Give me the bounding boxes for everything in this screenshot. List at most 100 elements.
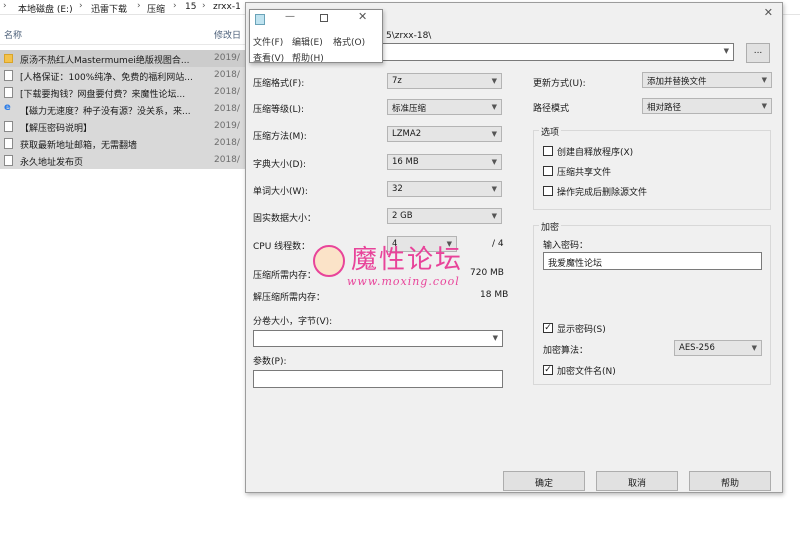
- method-value: LZMA2: [392, 129, 422, 139]
- watermark: 魔性论坛 www.moxing.cool: [313, 239, 508, 299]
- enc-method-select[interactable]: AES-256 ▼: [674, 340, 762, 356]
- dict-select[interactable]: 16 MB ▼: [387, 154, 502, 170]
- folder-icon: [4, 54, 13, 63]
- pathmode-select[interactable]: 相对路径 ▼: [642, 98, 772, 114]
- file-row[interactable]: [下载要掏钱？网盘要付费？来魔性论坛... 2018/: [0, 84, 245, 101]
- update-select[interactable]: 添加并替换文件 ▼: [642, 72, 772, 88]
- password-input[interactable]: 我爱魔性论坛: [543, 252, 762, 270]
- file-name: 原汤不热红人Mastermumei绝版视图合...: [20, 56, 190, 66]
- breadcrumb-item-folder[interactable]: zrxx-1: [213, 2, 241, 12]
- maximize-icon[interactable]: [320, 14, 328, 22]
- file-date: 2018/: [214, 155, 240, 165]
- encryption-title: 加密: [539, 220, 562, 233]
- file-name: 【磁力无速度？种子没有源？没关系，来...: [20, 107, 191, 117]
- chevron-down-icon: ▼: [761, 76, 767, 84]
- file-date: 2019/: [214, 53, 240, 63]
- format-value: 7z: [392, 76, 402, 86]
- sfx-checkbox[interactable]: [543, 146, 553, 156]
- sfx-label: 创建自释放程序(X): [557, 148, 634, 158]
- params-label: 参数(P):: [253, 357, 287, 367]
- chevron-down-icon: ▼: [751, 344, 757, 352]
- close-icon[interactable]: ✕: [764, 6, 773, 19]
- chevron-right-icon: ›: [3, 1, 7, 11]
- level-select[interactable]: 标准压缩 ▼: [387, 99, 502, 115]
- file-name: 永久地址发布页: [20, 158, 84, 168]
- watermark-text: 魔性论坛: [351, 245, 464, 275]
- breadcrumb-item-15[interactable]: 15: [185, 2, 196, 12]
- enc-method-label: 加密算法：: [543, 346, 589, 356]
- show-password-label: 显示密码(S): [557, 325, 606, 335]
- solid-select[interactable]: 2 GB ▼: [387, 208, 502, 224]
- chevron-right-icon: ›: [202, 1, 206, 11]
- format-select[interactable]: 7z ▼: [387, 73, 502, 89]
- encrypt-names-checkbox[interactable]: ✓: [543, 365, 553, 375]
- mem-comp-label: 压缩所需内存：: [253, 271, 317, 281]
- menu-format[interactable]: 格式(O): [333, 35, 365, 48]
- params-input[interactable]: [253, 370, 503, 388]
- dict-value: 16 MB: [392, 157, 419, 167]
- file-icon: [4, 121, 13, 132]
- chevron-right-icon: ›: [79, 1, 83, 11]
- file-name: 【解压密码说明】: [20, 124, 93, 134]
- watermark-url: www.moxing.cool: [347, 275, 460, 288]
- file-icon: [4, 155, 13, 166]
- menu-help[interactable]: 帮助(H): [292, 51, 324, 64]
- mascot-icon: [313, 245, 345, 277]
- app-icon: [255, 14, 265, 25]
- file-row[interactable]: 原汤不热红人Mastermumei绝版视图合... 2019/: [0, 50, 245, 67]
- breadcrumb-item-drive[interactable]: 本地磁盘 (E:): [18, 2, 73, 15]
- chevron-right-icon: ›: [137, 1, 141, 11]
- file-name: [下载要掏钱？网盘要付费？来魔性论坛...: [20, 90, 186, 100]
- file-row[interactable]: [人格保证：100%纯净、免费的福利网站... 2018/: [0, 67, 245, 84]
- dict-label: 字典大小(D):: [253, 160, 306, 170]
- chevron-down-icon: ▼: [491, 158, 497, 166]
- options-title: 选项: [539, 125, 562, 138]
- archive-path-combo[interactable]: ▼: [382, 43, 734, 61]
- split-select[interactable]: ▼: [253, 330, 503, 347]
- chevron-down-icon: ▼: [491, 103, 497, 111]
- column-name-header[interactable]: 名称: [4, 28, 22, 41]
- chevron-down-icon: ▼: [491, 77, 497, 85]
- chevron-down-icon: ▼: [491, 130, 497, 138]
- close-icon[interactable]: ✕: [358, 10, 367, 23]
- notepad-window: — ✕ 文件(F) 编辑(E) 格式(O) 查看(V) 帮助(H): [249, 9, 383, 64]
- shared-label: 压缩共享文件: [557, 168, 612, 178]
- delete-after-label: 操作完成后删除源文件: [557, 188, 648, 198]
- chevron-down-icon: ▼: [491, 185, 497, 193]
- menu-view[interactable]: 查看(V): [253, 51, 284, 64]
- chevron-down-icon: ▼: [723, 47, 729, 55]
- chevron-right-icon: ›: [173, 1, 177, 11]
- breadcrumb-item-thunder[interactable]: 迅雷下载: [91, 2, 127, 15]
- column-date-header[interactable]: 修改日: [214, 28, 241, 41]
- method-select[interactable]: LZMA2 ▼: [387, 126, 502, 142]
- file-row[interactable]: e 【磁力无速度？种子没有源？没关系，来... 2018/: [0, 101, 245, 118]
- minimize-icon[interactable]: —: [285, 11, 295, 22]
- shared-checkbox[interactable]: [543, 166, 553, 176]
- level-value: 标准压缩: [392, 104, 427, 114]
- show-password-checkbox[interactable]: ✓: [543, 323, 553, 333]
- file-row[interactable]: 【解压密码说明】 2019/: [0, 118, 245, 135]
- file-date: 2018/: [214, 104, 240, 114]
- level-label: 压缩等级(L):: [253, 105, 305, 115]
- breadcrumb-item-compress[interactable]: 压缩: [147, 2, 165, 15]
- file-date: 2018/: [214, 87, 240, 97]
- file-name: 获取最新地址邮箱，无需翻墙: [20, 141, 138, 151]
- word-select[interactable]: 32 ▼: [387, 181, 502, 197]
- file-row[interactable]: 永久地址发布页 2018/: [0, 152, 245, 169]
- word-value: 32: [392, 184, 403, 194]
- file-date: 2018/: [214, 70, 240, 80]
- file-row[interactable]: 获取最新地址邮箱，无需翻墙 2018/: [0, 135, 245, 152]
- encrypt-names-label: 加密文件名(N): [557, 367, 616, 377]
- cancel-button[interactable]: 取消: [596, 471, 678, 491]
- ok-button[interactable]: 确定: [503, 471, 585, 491]
- menu-edit[interactable]: 编辑(E): [292, 35, 323, 48]
- file-date: 2019/: [214, 121, 240, 131]
- menu-file[interactable]: 文件(F): [253, 35, 283, 48]
- browse-button[interactable]: ...: [746, 43, 770, 63]
- chevron-down-icon: ▼: [492, 334, 498, 342]
- chevron-down-icon: ▼: [491, 212, 497, 220]
- archive-path-text: 5\zrxx-18\: [386, 31, 432, 41]
- delete-after-checkbox[interactable]: [543, 186, 553, 196]
- ie-icon: e: [4, 102, 11, 113]
- help-button[interactable]: 帮助: [689, 471, 771, 491]
